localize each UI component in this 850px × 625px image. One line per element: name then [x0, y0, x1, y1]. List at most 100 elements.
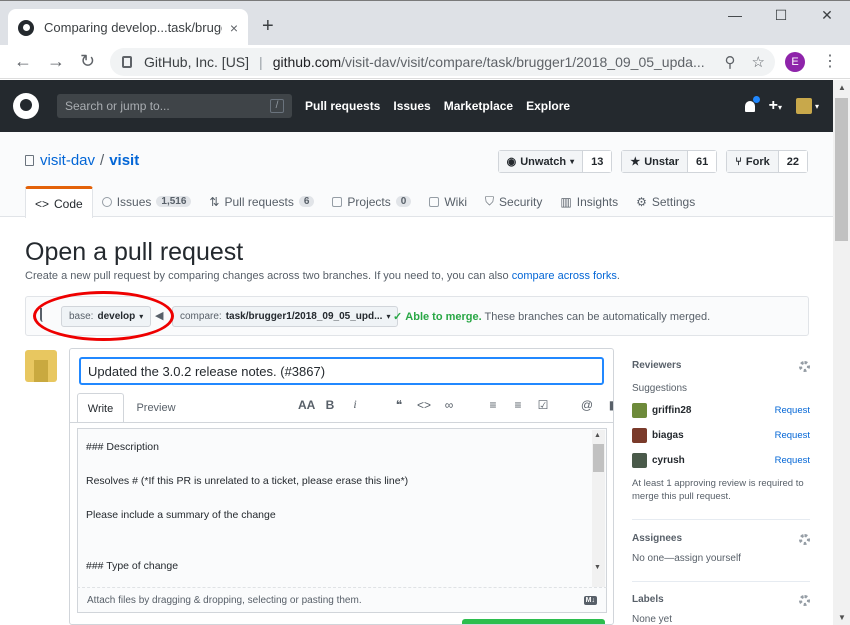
request-review-link[interactable]: Request [775, 455, 810, 466]
attach-files-bar[interactable]: Attach files by dragging & dropping, sel… [77, 588, 607, 613]
github-logo-icon[interactable] [13, 93, 39, 119]
pr-title-input[interactable] [79, 357, 604, 385]
ordered-list-icon[interactable]: ≡ [511, 398, 525, 412]
tab-insights-label: Insights [576, 194, 619, 209]
nav-issues[interactable]: Issues [393, 99, 430, 113]
link-icon[interactable]: ∞ [442, 398, 456, 412]
minimize-icon[interactable]: — [712, 7, 758, 23]
project-icon [332, 196, 343, 207]
unordered-list-icon[interactable]: ≡ [486, 398, 500, 412]
pr-body-textarea[interactable]: ### Description Resolves # (*If this PR … [77, 428, 607, 588]
tab-preview[interactable]: Preview [128, 393, 184, 423]
request-review-link[interactable]: Request [775, 430, 810, 441]
scroll-up-icon[interactable]: ▲ [838, 83, 846, 92]
create-new-menu[interactable]: +▾ [769, 97, 782, 115]
reviewers-gear-icon[interactable] [799, 361, 810, 372]
search-page-icon[interactable]: ⚲ [725, 53, 736, 71]
nav-explore[interactable]: Explore [526, 99, 570, 113]
user-avatar [795, 98, 812, 114]
unstar-label: Unstar [644, 155, 680, 168]
search-placeholder: Search or jump to... [65, 99, 170, 113]
search-input[interactable]: Search or jump to... / [57, 94, 292, 118]
merge-detail-text: These branches can be automatically merg… [484, 311, 711, 323]
nav-marketplace[interactable]: Marketplace [444, 99, 513, 113]
attach-files-text: Attach files by dragging & dropping, sel… [87, 594, 362, 606]
user-menu[interactable]: ▾ [795, 98, 819, 114]
body-line [86, 524, 598, 541]
tab-security[interactable]: ⛉ Security [476, 186, 551, 217]
tab-write[interactable]: Write [77, 393, 124, 423]
avatar [632, 403, 647, 418]
repo-owner-link[interactable]: visit-dav [40, 152, 95, 169]
tab-settings[interactable]: ⚙ Settings [627, 186, 704, 217]
request-review-link[interactable]: Request [775, 405, 810, 416]
tab-close-icon[interactable]: × [230, 20, 238, 36]
watch-count[interactable]: 13 [583, 151, 612, 172]
tab-code[interactable]: <> Code [25, 186, 93, 218]
address-bar: ← → ↻ GitHub, Inc. [US] | github.com /vi… [0, 45, 850, 79]
profile-avatar[interactable]: E [785, 52, 805, 72]
fork-count[interactable]: 22 [778, 151, 807, 172]
window-close-icon[interactable]: ✕ [804, 7, 850, 24]
reviewer-name: cyrush [652, 455, 685, 466]
back-icon[interactable]: ← [14, 51, 32, 72]
suggestions-label: Suggestions [632, 383, 688, 394]
tab-pull-requests[interactable]: ⇅ Pull requests 6 [200, 186, 323, 217]
labels-gear-icon[interactable] [799, 595, 810, 606]
browser-menu-icon[interactable]: ⋮ [822, 51, 838, 71]
page-scroll-thumb[interactable] [835, 98, 848, 241]
new-tab-button[interactable]: + [262, 15, 274, 38]
issue-icon [101, 196, 112, 207]
code-icon[interactable]: <> [417, 398, 431, 412]
italic-icon[interactable]: i [348, 397, 362, 412]
scroll-up-icon[interactable]: ▲ [594, 432, 601, 439]
scroll-down-icon[interactable]: ▼ [838, 613, 846, 622]
avatar [632, 453, 647, 468]
compare-branch-select[interactable]: compare: task/brugger1/2018_09_05_upd... ▾ [172, 306, 399, 327]
bookmark-star-icon[interactable]: ☆ [752, 53, 765, 71]
bookmark-icon[interactable]: ▮ [605, 398, 613, 412]
body-line [86, 541, 598, 558]
scroll-thumb[interactable] [593, 444, 604, 472]
create-pull-request-button[interactable] [462, 619, 605, 624]
markdown-toolbar: AA B i ❝ <> ∞ ≡ ≡ ☑ @ ▮ ↶ [298, 397, 613, 412]
avatar[interactable] [25, 350, 57, 382]
textarea-scrollbar[interactable]: ▲ ▼ [592, 430, 605, 587]
tab-wiki[interactable]: Wiki [420, 186, 476, 217]
markdown-icon[interactable]: M↓ [583, 595, 597, 605]
heading-icon[interactable]: AA [298, 398, 315, 412]
unwatch-button[interactable]: ◉ Unwatch ▾ [498, 151, 584, 172]
review-requirement-note: At least 1 approving review is required … [632, 478, 804, 502]
scroll-down-icon[interactable]: ▼ [594, 564, 601, 571]
fork-button[interactable]: ⑂ Fork [727, 151, 779, 172]
nav-pull-requests[interactable]: Pull requests [305, 99, 380, 113]
reviewer-row: cyrush Request [632, 448, 810, 473]
github-header: Search or jump to... / Pull requests Iss… [0, 80, 833, 132]
tab-insights[interactable]: ▥ Insights [551, 186, 627, 217]
notifications-bell-icon[interactable] [744, 95, 760, 112]
maximize-icon[interactable]: ☐ [758, 7, 804, 24]
unstar-button[interactable]: ★ Unstar [622, 151, 689, 172]
tab-projects[interactable]: Projects 0 [323, 186, 420, 217]
assign-yourself-link[interactable]: No one—assign yourself [632, 553, 810, 564]
browser-tab[interactable]: Comparing develop...task/brugger1 × [8, 9, 248, 46]
tab-issues[interactable]: Issues 1,516 [93, 186, 201, 217]
lock-icon[interactable] [122, 56, 132, 68]
assignees-gear-icon[interactable] [799, 534, 810, 545]
repo-name-link[interactable]: visit [109, 152, 139, 169]
compare-branch-value: task/brugger1/2018_09_05_upd... [225, 311, 383, 322]
star-count[interactable]: 61 [688, 151, 717, 172]
task-list-icon[interactable]: ☑ [536, 398, 550, 412]
reload-icon[interactable]: ↻ [80, 51, 95, 72]
forward-icon[interactable]: → [47, 51, 65, 72]
compare-across-forks-link[interactable]: compare across forks [512, 270, 617, 282]
bold-icon[interactable]: B [323, 398, 337, 412]
pull-request-form: Write Preview AA B i ❝ <> ∞ ≡ ≡ ☑ @ ▮ ↶ … [69, 348, 614, 625]
mention-icon[interactable]: @ [580, 398, 594, 412]
page-scrollbar[interactable]: ▲ ▼ [833, 80, 850, 625]
omnibox[interactable]: GitHub, Inc. [US] | github.com /visit-da… [110, 48, 775, 76]
header-right: +▾ ▾ [744, 95, 819, 115]
code-icon: <> [35, 196, 50, 211]
repo-title: visit-dav / visit [25, 152, 139, 169]
quote-icon[interactable]: ❝ [392, 398, 406, 412]
